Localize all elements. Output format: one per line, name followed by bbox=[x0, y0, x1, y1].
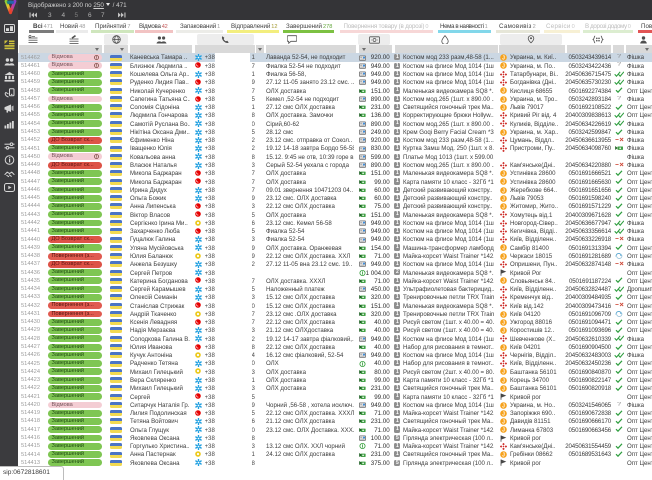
svg-text:J: J bbox=[502, 320, 505, 326]
svg-text:J: J bbox=[502, 370, 505, 376]
svg-text:J: J bbox=[502, 403, 505, 409]
svg-text:J: J bbox=[502, 97, 505, 103]
svg-text:J: J bbox=[502, 345, 505, 351]
svg-text:J: J bbox=[502, 254, 505, 260]
svg-text:J: J bbox=[502, 411, 505, 417]
svg-text:J: J bbox=[502, 328, 505, 334]
svg-text:J: J bbox=[502, 378, 505, 384]
svg-text:J: J bbox=[502, 56, 505, 62]
svg-text:J: J bbox=[502, 89, 505, 95]
svg-text:J: J bbox=[502, 386, 505, 392]
svg-text:J: J bbox=[502, 204, 505, 210]
svg-text:J: J bbox=[502, 279, 505, 285]
svg-text:J: J bbox=[502, 130, 505, 136]
svg-text:J: J bbox=[502, 196, 505, 202]
svg-text:J: J bbox=[502, 428, 505, 434]
svg-text:J: J bbox=[502, 246, 505, 252]
svg-text:J: J bbox=[502, 188, 505, 194]
svg-text:J: J bbox=[502, 453, 505, 459]
svg-text:J: J bbox=[502, 64, 505, 70]
svg-text:J: J bbox=[502, 312, 505, 318]
svg-text:J: J bbox=[502, 180, 505, 186]
svg-text:J: J bbox=[502, 171, 505, 177]
svg-text:J: J bbox=[502, 419, 505, 425]
svg-text:J: J bbox=[502, 105, 505, 111]
